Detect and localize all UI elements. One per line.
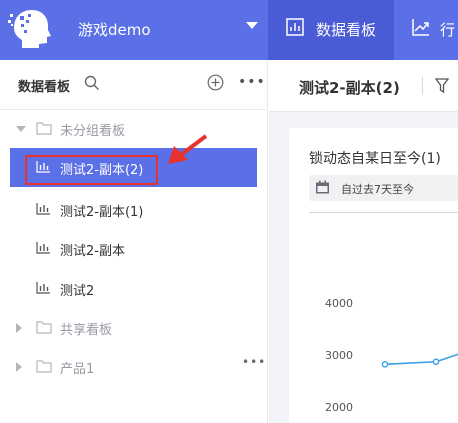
- app-name[interactable]: 游戏demo: [78, 19, 151, 40]
- search-icon[interactable]: [84, 75, 100, 91]
- sidebar-title: 数据看板: [18, 80, 71, 95]
- more-options-icon[interactable]: •••: [238, 74, 266, 90]
- tree-board-item[interactable]: 测试2-副本(1): [0, 191, 268, 229]
- app-switcher-caret-icon[interactable]: [246, 22, 258, 29]
- annotation-highlight-box: [25, 155, 158, 185]
- tree-group-shared[interactable]: 共享看板: [0, 309, 268, 347]
- bar-chart-icon: [36, 242, 50, 254]
- bar-chart-icon: [36, 282, 50, 294]
- caret-right-icon[interactable]: [16, 362, 22, 372]
- nav-tab-label: 行: [440, 21, 456, 39]
- tree-group-ungrouped[interactable]: 未分组看板: [0, 110, 268, 148]
- line-chart: 4000 3000 2000: [325, 297, 458, 414]
- bar-chart-icon: [36, 203, 50, 215]
- trend-chart-icon: [412, 19, 429, 36]
- folder-icon: [36, 360, 52, 373]
- nav-tab-behavior[interactable]: 行: [394, 0, 458, 60]
- data-point[interactable]: [381, 361, 389, 368]
- dashboard-sidebar: 数据看板 ••• 未分组看板 测试2-副本(2) 测试2-副本(1) 测试2-副…: [0, 60, 268, 423]
- tree-board-label: 测试2: [60, 284, 95, 299]
- dashboard-chart-icon: [286, 18, 304, 36]
- tree-board-item[interactable]: 测试2: [0, 270, 268, 308]
- top-navigation-bar: 游戏demo 数据看板 行: [0, 0, 458, 60]
- data-point[interactable]: [432, 358, 440, 366]
- series-line: [384, 353, 458, 366]
- folder-icon: [36, 122, 52, 135]
- group-more-options-icon[interactable]: •••: [242, 355, 266, 369]
- tree-board-label: 测试2-副本(1): [60, 205, 144, 220]
- sidebar-header: 数据看板 •••: [0, 60, 268, 110]
- tree-group-product1[interactable]: 产品1 •••: [0, 348, 268, 386]
- y-tick-label: 4000: [325, 297, 353, 310]
- dashboard-main: 测试2-副本(2) 锁动态自某日至今(1) 自过去7天至今 4000 3000 20…: [269, 60, 458, 423]
- tree-board-item[interactable]: 测试2-副本: [0, 230, 268, 268]
- y-tick-label: 2000: [325, 401, 353, 414]
- app-logo-icon: [8, 10, 51, 48]
- caret-right-icon[interactable]: [16, 323, 22, 333]
- annotation-arrow-icon: [168, 134, 208, 164]
- add-circle-icon[interactable]: [207, 74, 224, 91]
- tree-group-label: 未分组看板: [60, 124, 126, 139]
- folder-icon: [36, 321, 52, 334]
- tree-board-label: 测试2-副本: [60, 244, 125, 259]
- tree-group-label: 产品1: [60, 362, 95, 377]
- y-tick-label: 3000: [325, 349, 353, 362]
- nav-tab-label: 数据看板: [316, 21, 377, 39]
- tree-group-label: 共享看板: [60, 323, 113, 338]
- nav-tab-data-dashboard[interactable]: 数据看板: [268, 0, 394, 60]
- caret-down-icon[interactable]: [16, 126, 26, 132]
